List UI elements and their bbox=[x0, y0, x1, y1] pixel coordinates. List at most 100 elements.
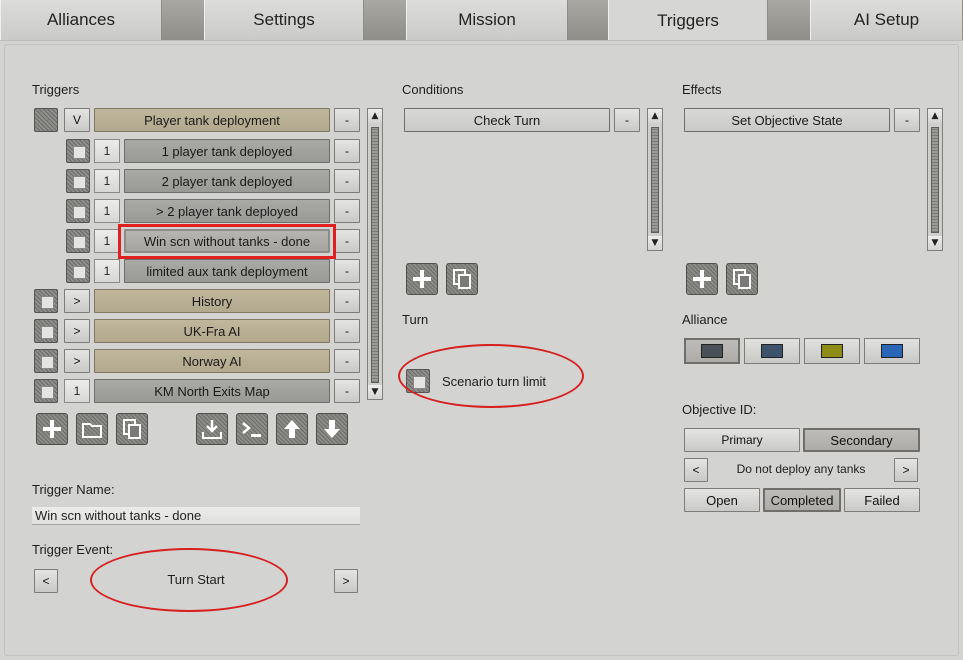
trigger-expand-toggle[interactable]: > bbox=[64, 319, 90, 343]
alliance-color-swatch bbox=[821, 344, 843, 358]
trigger-row-name[interactable]: > 2 player tank deployed bbox=[124, 199, 330, 223]
state-failed-button[interactable]: Failed bbox=[844, 488, 920, 512]
trigger-row-name[interactable]: KM North Exits Map bbox=[94, 379, 330, 403]
trigger-checkbox[interactable] bbox=[66, 169, 90, 193]
duplicate-effect-button[interactable] bbox=[726, 263, 758, 295]
trigger-remove-button[interactable]: - bbox=[334, 169, 360, 193]
duplicate-condition-button[interactable] bbox=[446, 263, 478, 295]
move-up-button[interactable] bbox=[276, 413, 308, 445]
state-completed-button[interactable]: Completed bbox=[763, 488, 841, 512]
trigger-remove-button[interactable]: - bbox=[334, 108, 360, 132]
plus-icon bbox=[693, 270, 711, 288]
secondary-objective-button[interactable]: Secondary bbox=[803, 428, 920, 452]
effects-heading: Effects bbox=[682, 82, 722, 97]
tab-separator bbox=[364, 0, 406, 40]
trigger-remove-button[interactable]: - bbox=[334, 229, 360, 253]
tab-settings[interactable]: Settings bbox=[204, 0, 364, 40]
objective-value: Do not deploy any tanks bbox=[736, 462, 866, 476]
import-button[interactable] bbox=[196, 413, 228, 445]
effect-remove-button[interactable]: - bbox=[894, 108, 920, 132]
trigger-name-input[interactable]: Win scn without tanks - done bbox=[32, 507, 360, 525]
trigger-remove-button[interactable]: - bbox=[334, 199, 360, 223]
trigger-checkbox[interactable] bbox=[66, 229, 90, 253]
condition-remove-button[interactable]: - bbox=[614, 108, 640, 132]
objective-next-button[interactable]: > bbox=[894, 458, 918, 482]
trigger-row-name[interactable]: 2 player tank deployed bbox=[124, 169, 330, 193]
scroll-down-arrow[interactable]: ▼ bbox=[928, 236, 942, 250]
objective-prev-button[interactable]: < bbox=[684, 458, 708, 482]
scroll-down-arrow[interactable]: ▼ bbox=[648, 236, 662, 250]
move-down-button[interactable] bbox=[316, 413, 348, 445]
trigger-row-name[interactable]: limited aux tank deployment bbox=[124, 259, 330, 283]
tab-triggers[interactable]: Triggers bbox=[608, 0, 768, 42]
duplicate-trigger-button[interactable] bbox=[116, 413, 148, 445]
condition-item[interactable]: Check Turn bbox=[404, 108, 610, 132]
scroll-up-arrow[interactable]: ▲ bbox=[368, 109, 382, 123]
trigger-remove-button[interactable]: - bbox=[334, 289, 360, 313]
trigger-remove-button[interactable]: - bbox=[334, 139, 360, 163]
trigger-event-prev-button[interactable]: < bbox=[34, 569, 58, 593]
trigger-row-name[interactable]: UK-Fra AI bbox=[94, 319, 330, 343]
trigger-row-name[interactable]: Norway AI bbox=[94, 349, 330, 373]
tab-separator bbox=[162, 0, 204, 40]
trigger-group-checkbox[interactable] bbox=[34, 108, 58, 132]
trigger-remove-button[interactable]: - bbox=[334, 349, 360, 373]
trigger-expand-toggle[interactable]: > bbox=[64, 349, 90, 373]
add-effect-button[interactable] bbox=[686, 263, 718, 295]
trigger-checkbox[interactable] bbox=[66, 259, 90, 283]
scroll-thumb[interactable] bbox=[651, 127, 659, 233]
trigger-expand-toggle[interactable]: > bbox=[64, 289, 90, 313]
add-condition-button[interactable] bbox=[406, 263, 438, 295]
tab-ai-setup[interactable]: AI Setup bbox=[810, 0, 963, 40]
alliance-option-4[interactable] bbox=[864, 338, 920, 364]
tab-separator bbox=[768, 0, 810, 40]
trigger-row-name[interactable]: History bbox=[94, 289, 330, 313]
scroll-thumb[interactable] bbox=[931, 127, 939, 233]
trigger-checkbox[interactable] bbox=[66, 139, 90, 163]
trigger-row-name[interactable]: 1 player tank deployed bbox=[124, 139, 330, 163]
trigger-remove-button[interactable]: - bbox=[334, 379, 360, 403]
arrow-down-icon bbox=[324, 420, 340, 438]
triggers-heading: Triggers bbox=[32, 82, 80, 97]
effect-item[interactable]: Set Objective State bbox=[684, 108, 890, 132]
scroll-up-arrow[interactable]: ▲ bbox=[648, 109, 662, 123]
trigger-group-checkbox[interactable] bbox=[34, 349, 58, 373]
add-folder-button[interactable] bbox=[76, 413, 108, 445]
copy-icon bbox=[733, 269, 751, 289]
trigger-remove-button[interactable]: - bbox=[334, 259, 360, 283]
alliance-option-3[interactable] bbox=[804, 338, 860, 364]
script-console-button[interactable] bbox=[236, 413, 268, 445]
scroll-thumb[interactable] bbox=[371, 127, 379, 383]
add-trigger-button[interactable] bbox=[36, 413, 68, 445]
effects-scrollbar[interactable]: ▲ ▼ bbox=[927, 108, 943, 251]
trigger-remove-button[interactable]: - bbox=[334, 319, 360, 343]
conditions-heading: Conditions bbox=[402, 82, 464, 97]
trigger-count: 1 bbox=[94, 229, 120, 253]
alliance-option-2[interactable] bbox=[744, 338, 800, 364]
alliance-label: Alliance bbox=[682, 312, 728, 327]
trigger-event-next-button[interactable]: > bbox=[334, 569, 358, 593]
scroll-up-arrow[interactable]: ▲ bbox=[928, 109, 942, 123]
tab-bar: Alliances Settings Mission Triggers AI S… bbox=[0, 0, 963, 42]
trigger-checkbox[interactable] bbox=[66, 199, 90, 223]
tab-alliances[interactable]: Alliances bbox=[0, 0, 162, 40]
state-open-button[interactable]: Open bbox=[684, 488, 760, 512]
scroll-down-arrow[interactable]: ▼ bbox=[368, 385, 382, 399]
trigger-collapse-toggle[interactable]: V bbox=[64, 108, 90, 132]
triggers-scrollbar[interactable]: ▲ ▼ bbox=[367, 108, 383, 400]
primary-objective-button[interactable]: Primary bbox=[684, 428, 800, 452]
trigger-count: 1 bbox=[94, 139, 120, 163]
conditions-scrollbar[interactable]: ▲ ▼ bbox=[647, 108, 663, 251]
tab-mission[interactable]: Mission bbox=[406, 0, 568, 40]
trigger-row-name-selected[interactable]: Win scn without tanks - done bbox=[124, 229, 330, 253]
trigger-name-label: Trigger Name: bbox=[32, 482, 115, 497]
alliance-option-1[interactable] bbox=[684, 338, 740, 364]
trigger-count: 1 bbox=[64, 379, 90, 403]
scenario-turn-limit-checkbox[interactable] bbox=[406, 369, 430, 393]
objective-id-label: Objective ID: bbox=[682, 402, 757, 417]
trigger-checkbox[interactable] bbox=[34, 379, 58, 403]
trigger-group-checkbox[interactable] bbox=[34, 319, 58, 343]
trigger-row-name[interactable]: Player tank deployment bbox=[94, 108, 330, 132]
trigger-group-checkbox[interactable] bbox=[34, 289, 58, 313]
copy-icon bbox=[453, 269, 471, 289]
